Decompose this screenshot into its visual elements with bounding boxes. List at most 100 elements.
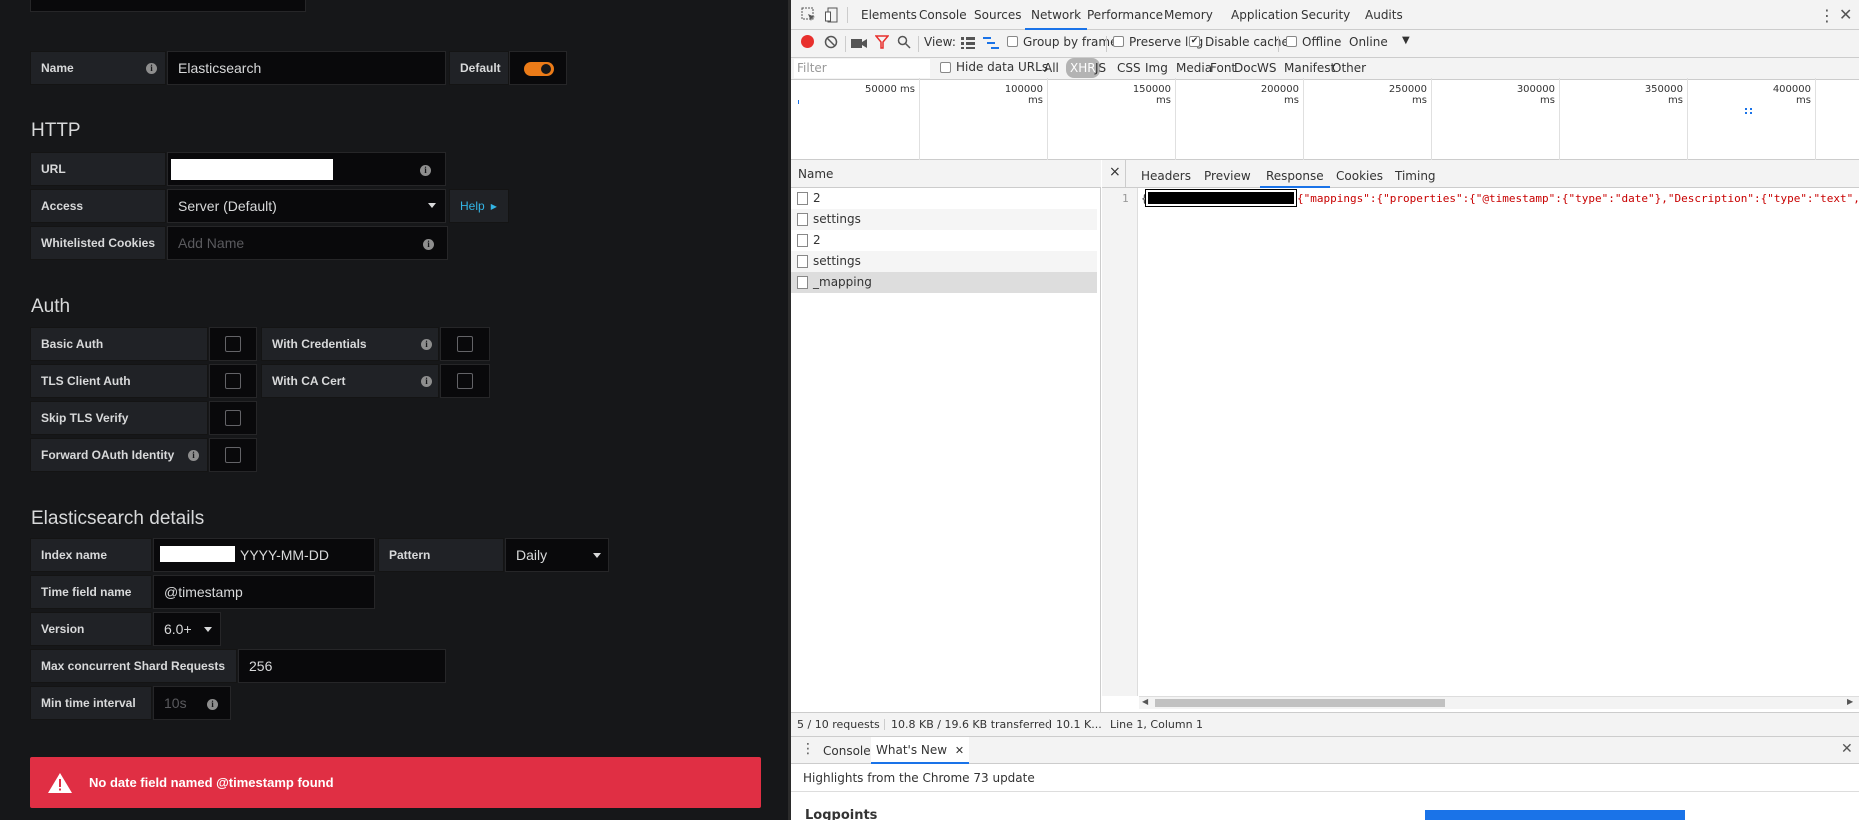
forward-oauth-checkbox[interactable] [209, 438, 257, 472]
file-icon [797, 213, 808, 226]
group-by-frame-checkbox[interactable] [1007, 36, 1018, 47]
default-toggle-container[interactable] [509, 51, 567, 85]
horizontal-scrollbar[interactable]: ◀ ▶ [1139, 696, 1859, 709]
info-icon[interactable]: i [188, 450, 199, 461]
whats-new-image [1425, 810, 1685, 820]
info-icon[interactable]: i [421, 376, 432, 387]
offline-checkbox[interactable] [1286, 36, 1297, 47]
device-toolbar-icon[interactable] [825, 7, 839, 23]
inspect-element-icon[interactable] [801, 7, 817, 23]
filter-type-css[interactable]: CSS [1117, 58, 1141, 78]
skip-tls-verify-checkbox[interactable] [209, 401, 257, 435]
close-drawer-icon[interactable]: ✕ [1841, 741, 1853, 757]
filter-type-media[interactable]: Media [1176, 58, 1212, 78]
tab-sources[interactable]: Sources [968, 0, 1027, 30]
filter-type-ws[interactable]: WS [1257, 58, 1276, 78]
filter-type-font[interactable]: Font [1210, 58, 1236, 78]
timeline-gridline [1815, 78, 1816, 160]
tab-application[interactable]: Application [1225, 0, 1304, 30]
filter-input[interactable]: Filter [794, 59, 930, 78]
name-column-header[interactable]: Name [798, 167, 833, 181]
filter-type-manifest[interactable]: Manifest [1284, 58, 1335, 78]
drawer-tab-whats-new[interactable]: What's New ✕ [871, 737, 970, 764]
scrollbar-thumb[interactable] [1155, 699, 1445, 707]
separator [1106, 36, 1107, 52]
hide-data-urls-checkbox[interactable] [940, 62, 951, 73]
large-rows-icon[interactable] [961, 37, 975, 49]
clear-icon[interactable] [824, 35, 838, 49]
basic-auth-checkbox[interactable] [209, 327, 257, 361]
help-button[interactable]: Help ▶ [449, 189, 509, 223]
scroll-right-icon[interactable]: ▶ [1847, 697, 1853, 706]
file-icon [797, 234, 808, 247]
tab-memory[interactable]: Memory [1158, 0, 1219, 30]
info-icon[interactable]: i [423, 239, 434, 250]
info-icon[interactable]: i [207, 699, 218, 710]
with-ca-cert-checkbox[interactable] [440, 364, 490, 398]
tab-network[interactable]: Network [1025, 0, 1088, 30]
waterfall-icon[interactable] [983, 37, 999, 49]
throttling-select[interactable]: Online [1349, 35, 1388, 49]
filter-type-other[interactable]: Other [1332, 58, 1366, 78]
tls-client-auth-checkbox[interactable] [209, 364, 257, 398]
access-select[interactable]: Server (Default) [167, 189, 446, 223]
close-devtools-icon[interactable]: ✕ [1839, 5, 1852, 24]
detail-tab-response[interactable]: Response [1260, 165, 1330, 188]
drawer-menu-icon[interactable]: ⋮ [801, 741, 815, 757]
tab-performance[interactable]: Performance [1081, 0, 1169, 30]
index-name-label: Index name [30, 538, 152, 572]
tab-console[interactable]: Console [913, 0, 973, 30]
info-icon[interactable]: i [420, 165, 431, 176]
with-credentials-checkbox[interactable] [440, 327, 490, 361]
detail-tab-timing[interactable]: Timing [1389, 165, 1442, 188]
request-row[interactable]: _mapping [791, 272, 1097, 293]
preserve-log-checkbox[interactable] [1113, 36, 1124, 47]
chevron-down-icon [428, 203, 436, 208]
redacted-response [1145, 189, 1297, 207]
scroll-left-icon[interactable]: ◀ [1142, 697, 1148, 706]
request-row[interactable]: 2 [791, 188, 1097, 209]
filter-type-js[interactable]: JS [1095, 58, 1106, 78]
request-row[interactable]: settings [791, 209, 1097, 230]
chevron-down-icon [204, 627, 212, 632]
separator [918, 36, 919, 52]
filter-type-all[interactable]: All [1044, 58, 1059, 78]
filter-type-doc[interactable]: Doc [1234, 58, 1257, 78]
request-row[interactable]: settings [791, 251, 1097, 272]
tab-audits[interactable]: Audits [1359, 0, 1409, 30]
name-input[interactable]: Elasticsearch [167, 51, 446, 85]
timeline-tick-label: 100000 ms [1004, 84, 1043, 106]
disable-cache-checkbox[interactable]: ✔ [1189, 36, 1200, 47]
error-alert-text: No date field named @timestamp found [89, 775, 334, 790]
timeline-tick-label: 200000 ms [1260, 84, 1299, 106]
close-details-icon[interactable]: × [1109, 164, 1121, 180]
request-row[interactable]: 2 [791, 230, 1097, 251]
more-options-icon[interactable]: ⋮ [1819, 6, 1835, 25]
detail-tab-cookies[interactable]: Cookies [1330, 165, 1389, 188]
min-interval-input[interactable]: 10s [153, 686, 231, 720]
info-icon[interactable]: i [421, 339, 432, 350]
record-icon[interactable] [801, 35, 814, 48]
search-icon[interactable] [897, 35, 911, 49]
detail-tab-preview[interactable]: Preview [1198, 165, 1257, 188]
default-toggle[interactable] [524, 62, 554, 76]
timeline-tick-label: 300000 ms [1516, 84, 1555, 106]
url-label: URL [30, 152, 166, 186]
file-icon [797, 255, 808, 268]
max-shard-input[interactable]: 256 [238, 649, 446, 683]
time-field-input[interactable]: @timestamp [153, 575, 375, 609]
chevron-down-icon [593, 553, 601, 558]
tab-security[interactable]: Security [1295, 0, 1356, 30]
cookies-input[interactable]: Add Name [167, 226, 448, 260]
info-icon[interactable]: i [146, 63, 157, 74]
response-gutter [1102, 188, 1138, 696]
detail-tab-headers[interactable]: Headers [1135, 165, 1197, 188]
offline-label: Offline [1302, 35, 1342, 49]
chevron-down-icon[interactable]: ▼ [1402, 35, 1410, 46]
timeline-tick-label: 400000 ms [1772, 84, 1811, 106]
close-tab-icon[interactable]: ✕ [955, 744, 964, 757]
filter-icon[interactable] [875, 35, 889, 49]
screenshot-camera-icon[interactable] [851, 37, 867, 49]
filter-type-img[interactable]: Img [1145, 58, 1168, 78]
drawer-tab-console[interactable]: Console [823, 744, 871, 758]
